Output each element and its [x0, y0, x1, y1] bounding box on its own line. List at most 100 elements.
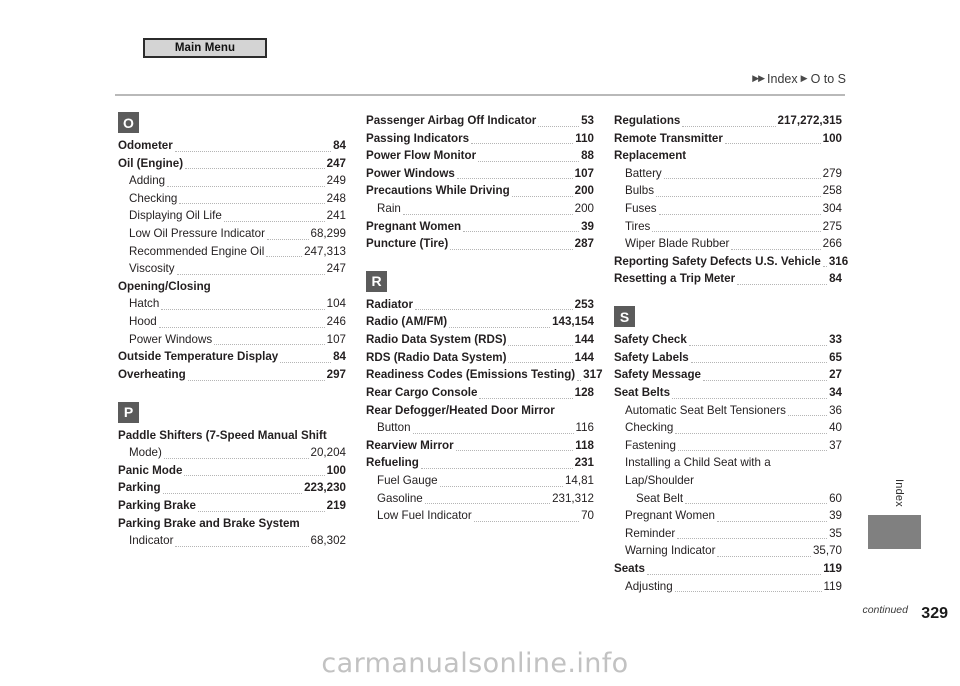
breadcrumb-index-label[interactable]: Index: [767, 72, 798, 86]
index-entry[interactable]: Reminder 35: [614, 525, 842, 543]
index-entry[interactable]: Adding 249: [118, 172, 346, 190]
index-entry[interactable]: Resetting a Trip Meter 84: [614, 270, 842, 288]
index-entry[interactable]: Radio Data System (RDS) 144: [366, 331, 594, 349]
main-menu-button[interactable]: Main Menu: [143, 38, 267, 58]
index-entry-label: Displaying Oil Life: [129, 209, 222, 223]
index-entry[interactable]: Seats 119: [614, 560, 842, 578]
index-entry[interactable]: Recommended Engine Oil 247,313: [118, 243, 346, 261]
index-entry[interactable]: Installing a Child Seat with a Lap/Shoul…: [614, 454, 842, 489]
index-entry[interactable]: Automatic Seat Belt Tensioners 36: [614, 402, 842, 420]
index-entry[interactable]: Mode) 20,204: [118, 444, 346, 462]
index-entry[interactable]: Overheating 297: [118, 366, 346, 384]
index-entry[interactable]: Parking Brake 219: [118, 497, 346, 515]
index-entry[interactable]: Gasoline 231,312: [366, 490, 594, 508]
index-entry[interactable]: Battery 279: [614, 165, 842, 183]
index-entry[interactable]: Checking 40: [614, 419, 842, 437]
index-entry-page: 104: [326, 297, 346, 311]
index-entry[interactable]: Indicator 68,302: [118, 532, 346, 550]
index-section: O Odometer 84 Oil (Engine) 247 Adding 249 Check…: [118, 112, 346, 384]
index-entry[interactable]: Replacement: [614, 147, 842, 165]
index-entry[interactable]: Rain 200: [366, 200, 594, 218]
index-entry-page: 70: [581, 509, 594, 523]
index-entry[interactable]: Hatch 104: [118, 295, 346, 313]
index-entry[interactable]: Puncture (Tire) 287: [366, 235, 594, 253]
index-entry[interactable]: Power Windows 107: [118, 331, 346, 349]
index-entry-label: Seat Belt: [636, 491, 684, 505]
index-entry[interactable]: Rearview Mirror 118: [366, 437, 594, 455]
index-entry[interactable]: Regulations 217,272,315: [614, 112, 842, 130]
index-entry[interactable]: Refueling 231: [366, 454, 594, 472]
index-entry[interactable]: RDS (Radio Data System) 144: [366, 349, 594, 367]
index-entry[interactable]: Odometer 84: [118, 137, 346, 155]
leader-dots: [402, 213, 573, 215]
index-entry-label: Puncture (Tire): [366, 237, 449, 251]
index-entry-label: Resetting a Trip Meter: [614, 272, 736, 286]
index-entry[interactable]: Fuses 304: [614, 200, 842, 218]
index-entry[interactable]: Parking 223,230: [118, 479, 346, 497]
index-entry[interactable]: Bulbs 258: [614, 182, 842, 200]
index-entry[interactable]: Viscosity 247: [118, 260, 346, 278]
index-entry[interactable]: Passing Indicators 110: [366, 130, 594, 148]
index-entry[interactable]: Rear Defogger/Heated Door Mirror: [366, 402, 594, 420]
continued-label: continued: [862, 604, 908, 616]
index-entry[interactable]: Displaying Oil Life 241: [118, 207, 346, 225]
index-entry-label: Reminder: [625, 526, 676, 540]
index-entry[interactable]: Power Flow Monitor 88: [366, 147, 594, 165]
index-entry[interactable]: Outside Temperature Display 84: [118, 348, 346, 366]
section-letter-badge: O: [118, 112, 139, 133]
index-entry[interactable]: Passenger Airbag Off Indicator 53: [366, 112, 594, 130]
index-entry[interactable]: Adjusting 119: [614, 578, 842, 596]
index-entry-page: 27: [829, 368, 842, 382]
index-entry-page: 144: [574, 333, 594, 347]
index-entry[interactable]: Radiator 253: [366, 296, 594, 314]
index-entry[interactable]: Oil (Engine) 247: [118, 155, 346, 173]
index-entry[interactable]: Rear Cargo Console 128: [366, 384, 594, 402]
index-entry[interactable]: Hood 246: [118, 313, 346, 331]
leader-dots: [538, 125, 580, 127]
index-entry[interactable]: Safety Labels 65: [614, 349, 842, 367]
breadcrumb-range-label[interactable]: O to S: [811, 72, 846, 86]
index-entry[interactable]: Tires 275: [614, 218, 842, 236]
index-entry[interactable]: Checking 248: [118, 190, 346, 208]
index-entry[interactable]: Pregnant Women 39: [614, 507, 842, 525]
index-entry-page: 217,272,315: [777, 114, 842, 127]
index-entry[interactable]: Power Windows 107: [366, 165, 594, 183]
index-entry[interactable]: Reporting Safety Defects U.S. Vehicle 316: [614, 253, 848, 271]
index-entry[interactable]: Safety Message 27: [614, 366, 842, 384]
side-index-tab[interactable]: [868, 515, 921, 549]
index-entry[interactable]: Opening/Closing: [118, 278, 346, 296]
index-entry[interactable]: Pregnant Women 39: [366, 218, 594, 236]
index-entry[interactable]: Low Oil Pressure Indicator 68,299: [118, 225, 346, 243]
index-entry-page: 84: [829, 272, 842, 286]
index-entry[interactable]: Low Fuel Indicator 70: [366, 507, 594, 525]
index-entry-label: Oil (Engine): [118, 156, 184, 170]
index-entry-label: Replacement: [614, 149, 687, 163]
index-entry[interactable]: Safety Check 33: [614, 331, 842, 349]
index-entry[interactable]: Precautions While Driving 200: [366, 182, 594, 200]
index-entry[interactable]: Wiper Blade Rubber 266: [614, 235, 842, 253]
index-entry[interactable]: Seat Belts 34: [614, 384, 842, 402]
index-entry[interactable]: Fastening 37: [614, 437, 842, 455]
index-entry-label: Viscosity: [129, 262, 175, 276]
leader-dots: [266, 238, 309, 240]
index-entry[interactable]: Warning Indicator 35,70: [614, 542, 842, 560]
index-entry-label: Parking Brake: [118, 498, 196, 512]
index-entry[interactable]: Button 116: [366, 419, 594, 437]
index-entry-label: Regulations: [614, 114, 681, 127]
index-entry[interactable]: Seat Belt 60: [614, 490, 842, 508]
index-entry[interactable]: Readiness Codes (Emissions Testing) 317: [366, 366, 603, 384]
index-entry[interactable]: Paddle Shifters (7-Speed Manual Shift: [118, 427, 346, 445]
index-entry[interactable]: Parking Brake and Brake System: [118, 515, 346, 533]
index-entry-page: 144: [574, 350, 594, 364]
leader-dots: [508, 362, 573, 364]
index-section: Passenger Airbag Off Indicator 53 Passing …: [366, 112, 594, 253]
leader-dots: [717, 520, 828, 522]
index-entry-label: Readiness Codes (Emissions Testing): [366, 368, 576, 382]
leader-dots: [412, 432, 574, 434]
index-entry[interactable]: Panic Mode 100: [118, 462, 346, 480]
index-entry[interactable]: Fuel Gauge 14,81: [366, 472, 594, 490]
index-column: Passenger Airbag Off Indicator 53 Passing …: [366, 112, 603, 595]
index-entry-page: 200: [574, 202, 594, 216]
index-entry[interactable]: Remote Transmitter 100: [614, 130, 842, 148]
index-entry[interactable]: Radio (AM/FM) 143,154: [366, 313, 594, 331]
